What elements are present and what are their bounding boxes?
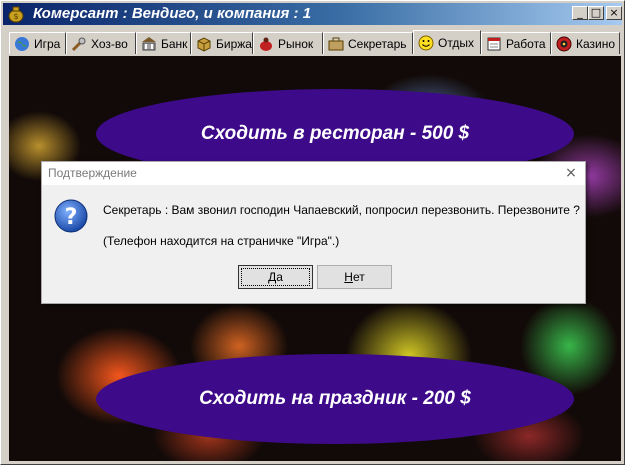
dialog-close-button[interactable]: × — [562, 164, 580, 182]
main-window: $ Комерсант : Вендиго, и компания : 1 _ … — [0, 0, 625, 465]
yes-accel: Д — [268, 270, 277, 284]
app-money-bag-icon: $ — [8, 6, 24, 23]
tab-work[interactable]: Работа — [481, 32, 551, 54]
window-title: Комерсант : Вендиго, и компания : 1 — [33, 5, 312, 22]
tab-label: Хоз-во — [91, 36, 128, 51]
tab-label: Казино — [576, 36, 616, 51]
tools-icon — [71, 37, 86, 51]
question-icon: ? — [54, 199, 88, 233]
globe-icon — [15, 36, 29, 51]
minimize-button[interactable]: _ — [572, 6, 588, 20]
tab-label: Рынок — [278, 36, 314, 51]
dialog-note: (Телефон находится на страничке "Игра".) — [103, 234, 340, 248]
calendar-icon — [487, 37, 501, 50]
tab-exchange[interactable]: Биржа — [191, 32, 253, 54]
confirmation-dialog: Подтверждение × ? Секретарь : Вам звонил… — [41, 161, 586, 304]
party-button[interactable]: Сходить на праздник - 200 $ — [96, 354, 574, 444]
tab-market[interactable]: Рынок — [253, 32, 323, 54]
svg-text:$: $ — [13, 12, 18, 21]
tab-label: Работа — [506, 36, 546, 51]
maximize-button[interactable]: □ — [588, 6, 604, 20]
no-button[interactable]: Нет — [317, 265, 392, 289]
no-accel: Н — [344, 270, 353, 284]
svg-text:?: ? — [65, 205, 78, 230]
briefcase-icon — [328, 37, 344, 50]
tab-label: Отдых — [438, 35, 475, 50]
dialog-title: Подтверждение — [48, 166, 137, 180]
no-label-rest: ет — [352, 270, 365, 284]
tab-casino[interactable]: Казино — [551, 32, 620, 54]
yes-button[interactable]: Да — [238, 265, 313, 289]
bank-icon — [142, 36, 156, 50]
title-bar[interactable]: $ Комерсант : Вендиго, и компания : 1 _ … — [3, 3, 622, 25]
tab-bank[interactable]: Банк — [136, 32, 191, 54]
tab-leisure[interactable]: Отдых — [413, 30, 481, 54]
yes-label-rest: а — [276, 270, 283, 284]
roulette-icon — [556, 36, 572, 51]
box-icon — [197, 36, 211, 52]
tab-label: Игра — [34, 36, 61, 51]
tab-label: Банк — [161, 36, 188, 51]
dialog-title-bar[interactable]: Подтверждение × — [42, 162, 585, 185]
smiley-icon — [418, 35, 434, 50]
tab-bar: Игра Хоз-во Банк Биржа Рынок Секретарь О… — [3, 30, 622, 54]
market-bag-icon — [260, 37, 272, 51]
tab-economy[interactable]: Хоз-во — [66, 32, 136, 54]
dialog-message: Секретарь : Вам звонил господин Чапаевск… — [103, 203, 580, 217]
close-button[interactable]: × — [606, 6, 622, 20]
tab-secretary[interactable]: Секретарь — [323, 32, 413, 54]
tab-label: Биржа — [216, 36, 252, 51]
tab-label: Секретарь — [348, 36, 407, 51]
tab-game[interactable]: Игра — [9, 32, 66, 54]
